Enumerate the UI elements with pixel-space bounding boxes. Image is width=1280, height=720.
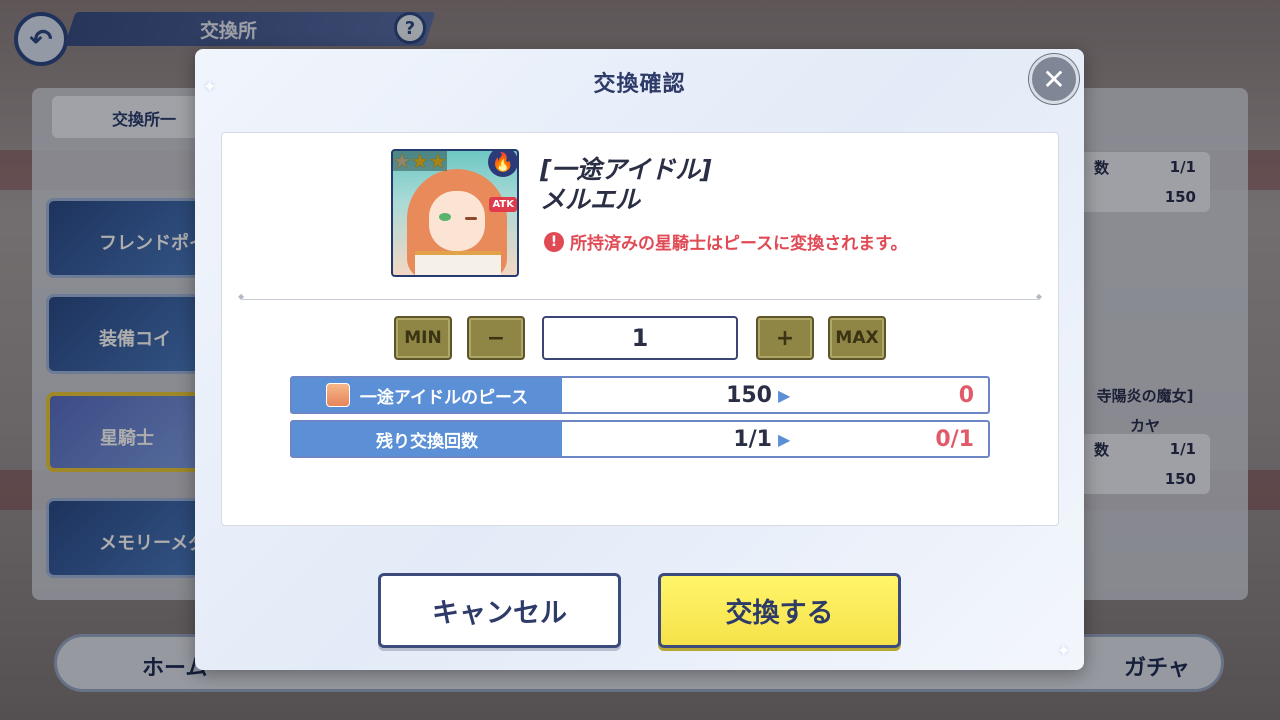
character-portrait: ★ ★ ★ ★ 🔥 ATK — [391, 149, 519, 277]
star-empty-icon: ★ — [393, 151, 447, 171]
plus-button[interactable]: + — [756, 316, 814, 360]
item-name-line1: [一途アイドル] — [540, 155, 712, 184]
portrait-eye — [439, 213, 451, 221]
piece-icon — [325, 383, 350, 407]
rarity-stars: ★ ★ ★ ★ — [393, 151, 447, 171]
piece-row: 一途アイドルのピース 150 ▶ 0 — [290, 376, 990, 414]
dialog-content: ★ ★ ★ ★ 🔥 ATK [一途アイドル] メルエル ! 所持済みの星騎士はピ… — [221, 132, 1059, 526]
min-button[interactable]: MIN — [394, 316, 452, 360]
quantity-field[interactable]: 1 — [542, 316, 738, 360]
sparkle-icon: ✦ — [1057, 641, 1071, 660]
remaining-row-label: 残り交換回数 — [292, 422, 562, 456]
dialog-title: 交換確認 — [593, 72, 686, 97]
item-name-line2: メルエル — [540, 185, 641, 214]
fire-icon: 🔥 — [488, 151, 517, 177]
piece-row-label-text: 一途アイドルのピース — [359, 387, 529, 408]
max-button[interactable]: MAX — [828, 316, 886, 360]
exchange-confirm-dialog: ✦ 交換確認 ✕ ★ ★ ★ ★ 🔥 ATK [一途アイドル] メルエル ! 所 — [195, 49, 1084, 670]
remaining-before: 1/1 — [733, 426, 772, 452]
portrait-outfit — [415, 251, 501, 275]
warning-icon: ! — [544, 231, 564, 252]
divider — [238, 292, 1042, 301]
portrait-face — [429, 191, 485, 251]
cancel-button[interactable]: キャンセル — [378, 573, 621, 648]
remaining-row-label-text: 残り交換回数 — [376, 431, 478, 452]
role-badge: ATK — [489, 197, 517, 212]
notice-text: 所持済みの星騎士はピースに変換されます。 — [570, 234, 908, 254]
exchange-button[interactable]: 交換する — [658, 573, 901, 648]
dialog-title-bar: ✦ 交換確認 ✕ — [195, 49, 1084, 109]
piece-row-label: 一途アイドルのピース — [292, 378, 562, 412]
piece-before: 150 — [726, 382, 772, 408]
arrow-right-icon: ▶ — [778, 429, 791, 449]
remaining-after: 0/1 — [935, 426, 974, 452]
portrait-eye-wink — [465, 217, 477, 220]
close-icon[interactable]: ✕ — [1029, 54, 1079, 104]
notice: ! 所持済みの星騎士はピースに変換されます。 — [544, 229, 907, 254]
arrow-right-icon: ▶ — [778, 385, 791, 405]
remaining-row: 残り交換回数 1/1 ▶ 0/1 — [290, 420, 990, 458]
item-name: [一途アイドル] メルエル — [540, 155, 712, 215]
piece-after: 0 — [958, 382, 974, 408]
minus-button[interactable]: − — [467, 316, 525, 360]
